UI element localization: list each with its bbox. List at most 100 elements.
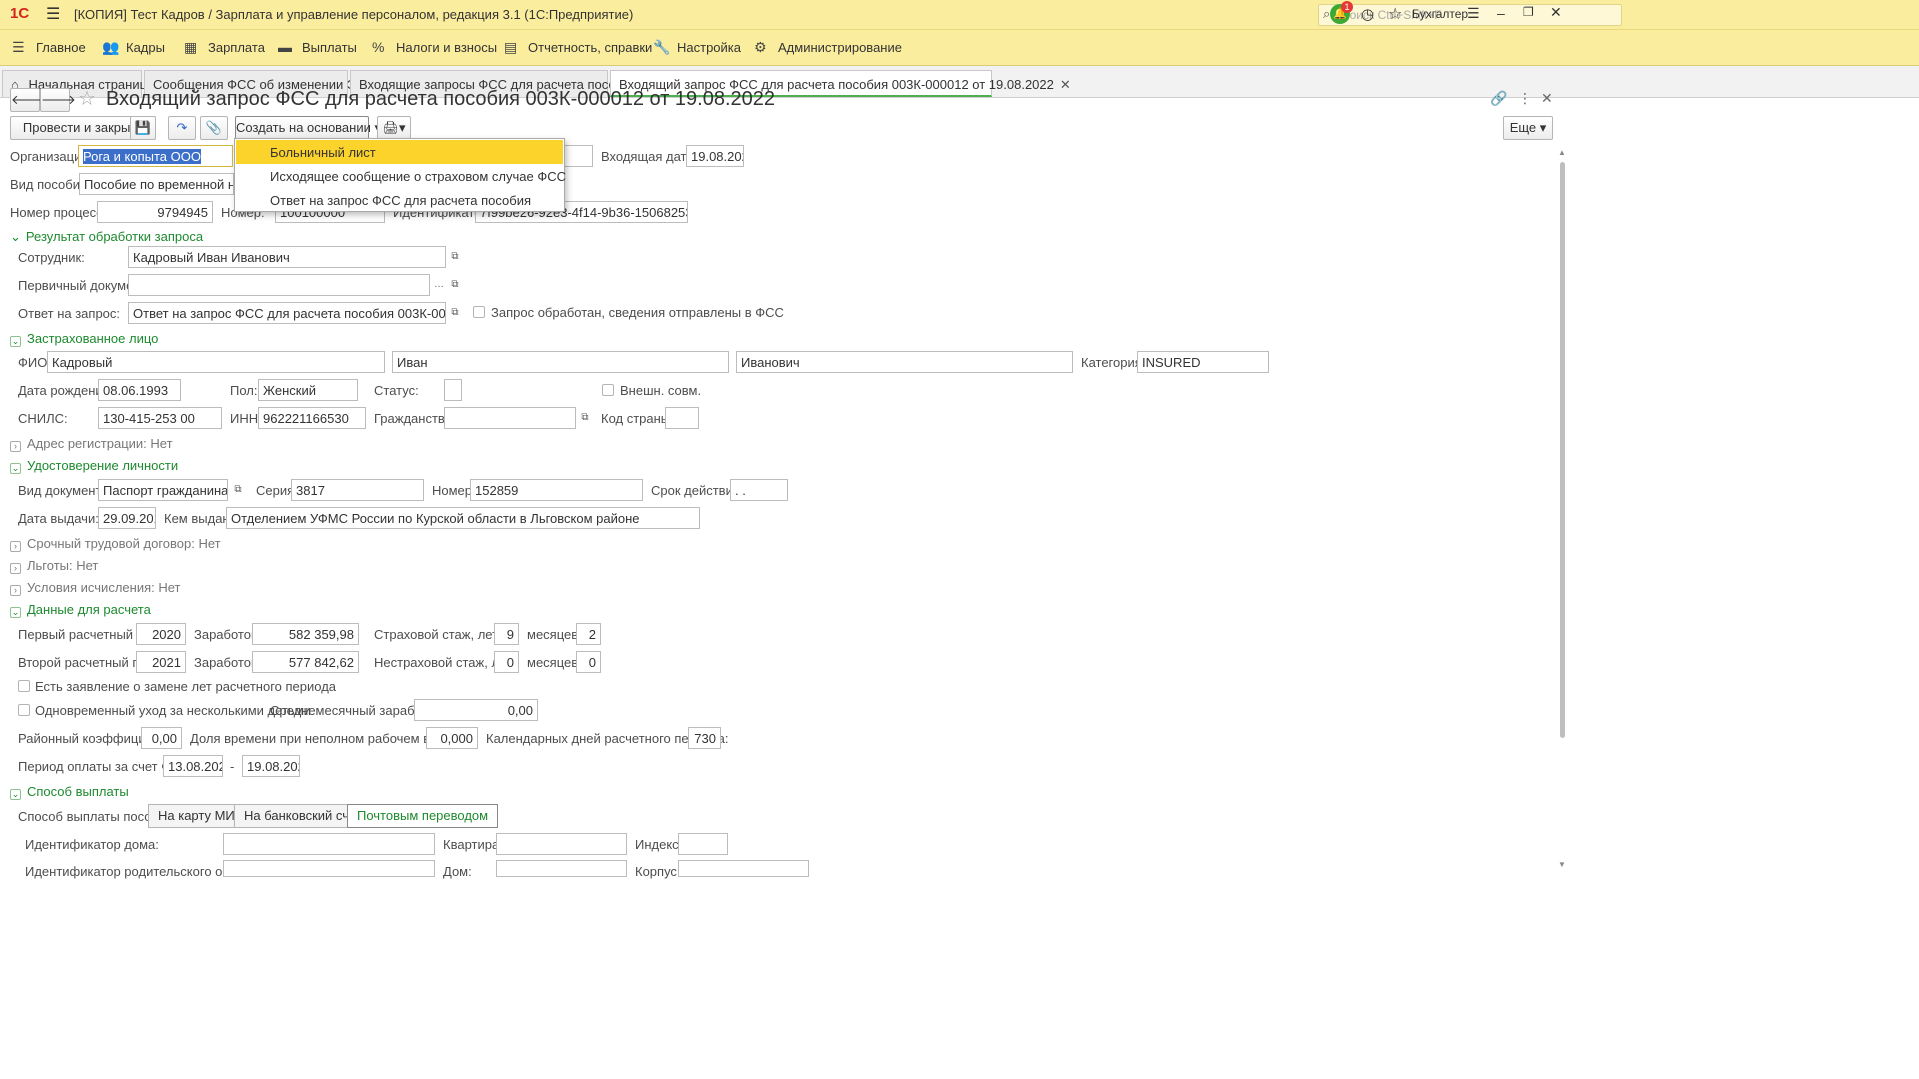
benefits-section-header[interactable]: › Льготы: Нет xyxy=(10,558,98,574)
menu-item-payments[interactable]: Выплаты xyxy=(302,40,357,55)
months2-field[interactable]: 0 xyxy=(576,651,601,673)
id-section-header[interactable]: ⌄ Удостоверение личности xyxy=(10,458,178,474)
restore-icon[interactable]: ❐ xyxy=(1523,5,1534,19)
earn1-field[interactable]: 582 359,98 xyxy=(252,623,359,645)
menu-item-hr[interactable]: Кадры xyxy=(126,40,165,55)
year1-field[interactable]: 2020 xyxy=(136,623,186,645)
first-name-field[interactable]: Иван xyxy=(392,351,729,373)
year2-field[interactable]: 2021 xyxy=(136,651,186,673)
favorites-star-icon[interactable]: ☆ xyxy=(1388,4,1402,24)
print-menu-button[interactable]: 🖨▾ xyxy=(377,116,411,140)
user-name[interactable]: Бухгалтер xyxy=(1412,7,1468,21)
category-field[interactable]: INSURED xyxy=(1137,351,1269,373)
inn-field[interactable]: 962221166530 xyxy=(258,407,366,429)
close-tab-icon[interactable]: ✕ xyxy=(1060,77,1071,92)
pay-from-field[interactable]: 13.08.2022 xyxy=(163,755,223,777)
earn2-field[interactable]: 577 842,62 xyxy=(252,651,359,673)
attach-icon[interactable]: 📎 xyxy=(200,116,228,140)
pay-method-postal-transfer[interactable]: Почтовым переводом xyxy=(347,804,499,828)
settings-menu-icon[interactable]: ☰ xyxy=(1467,5,1480,22)
open-icon[interactable]: ⧉ xyxy=(576,408,594,428)
menu-item-settings[interactable]: Настройка xyxy=(677,40,741,55)
parent-id-field[interactable] xyxy=(223,860,435,877)
dropdown-item-answer[interactable]: Ответ на запрос ФСС для расчета пособия xyxy=(236,188,563,212)
open-icon[interactable]: ⧉ xyxy=(229,480,247,500)
process-field[interactable]: 9794945 xyxy=(97,201,213,223)
building-field[interactable] xyxy=(678,860,809,877)
open-icon[interactable]: ⧉ xyxy=(446,247,464,267)
minimize-icon[interactable]: – xyxy=(1497,5,1505,21)
middle-name-field[interactable]: Иванович xyxy=(736,351,1073,373)
validity-field[interactable]: . . xyxy=(730,479,788,501)
district-field[interactable]: 0,00 xyxy=(141,727,182,749)
answer-field[interactable]: Ответ на запрос ФСС для расчета пособия … xyxy=(128,302,446,324)
favorite-star-icon[interactable]: ☆ xyxy=(78,86,96,111)
snils-field[interactable]: 130-415-253 00 xyxy=(98,407,222,429)
result-section-header[interactable]: ⌄ Результат обработки запроса xyxy=(10,229,203,245)
issue-date-field[interactable]: 29.09.2017 xyxy=(98,507,156,529)
hamburger-icon[interactable]: ☰ xyxy=(46,4,60,24)
house-id-field[interactable] xyxy=(223,833,435,855)
ext-checkbox[interactable] xyxy=(602,384,614,396)
scroll-down-icon[interactable]: ▼ xyxy=(1558,860,1566,869)
menu-item-main[interactable]: Главное xyxy=(36,40,86,55)
index-field[interactable] xyxy=(678,833,728,855)
status-field[interactable] xyxy=(444,379,462,401)
doc-type-field[interactable]: Паспорт гражданина РФ xyxy=(98,479,228,501)
last-name-field[interactable]: Кадровый xyxy=(47,351,385,373)
term-contract-section-header[interactable]: › Срочный трудовой договор: Нет xyxy=(10,536,221,552)
close-form-icon[interactable]: ✕ xyxy=(1541,90,1553,107)
doc-num-field[interactable]: 152859 xyxy=(470,479,643,501)
menu-item-admin[interactable]: Администрирование xyxy=(778,40,902,55)
avg-earn-field[interactable]: 0,00 xyxy=(414,699,538,721)
nonins-exp-field[interactable]: 0 xyxy=(494,651,519,673)
open-icon[interactable]: ⧉ xyxy=(446,275,464,295)
history-icon[interactable]: ◷ xyxy=(1361,5,1374,23)
issued-by-field[interactable]: Отделением УФМС России по Курской област… xyxy=(226,507,700,529)
scroll-thumb[interactable] xyxy=(1560,162,1565,738)
months1-field[interactable]: 2 xyxy=(576,623,601,645)
open-icon[interactable]: ⧉ xyxy=(446,303,464,323)
dropdown-item-sick-leave[interactable]: Больничный лист xyxy=(236,140,563,164)
org-field[interactable]: Рога и копыта ООО xyxy=(78,145,233,167)
series-field[interactable]: 3817 xyxy=(291,479,424,501)
back-button[interactable]: 🡐 xyxy=(10,88,46,112)
create-based-button[interactable]: Создать на основании ▾ xyxy=(235,116,381,140)
house-field[interactable] xyxy=(496,860,627,877)
apartment-field[interactable] xyxy=(496,833,627,855)
more-vertical-icon[interactable]: ⋮ xyxy=(1518,90,1532,107)
insured-section-header[interactable]: ⌄ Застрахованное лицо xyxy=(10,331,158,347)
part-time-field[interactable]: 0,000 xyxy=(426,727,478,749)
menu-item-taxes[interactable]: Налоги и взносы xyxy=(396,40,497,55)
menu-item-salary[interactable]: Зарплата xyxy=(208,40,265,55)
employee-field[interactable]: Кадровый Иван Иванович xyxy=(128,246,446,268)
cal-days-field[interactable]: 730 xyxy=(688,727,721,749)
payment-section-header[interactable]: ⌄ Способ выплаты xyxy=(10,784,129,800)
save-icon[interactable]: 💾 xyxy=(130,116,156,140)
forward-button[interactable]: 🡒 xyxy=(40,88,76,112)
primary-doc-field[interactable] xyxy=(128,274,430,296)
link-icon[interactable]: 🔗 xyxy=(1490,90,1507,107)
org-extra-field[interactable] xyxy=(563,145,593,167)
calc-conditions-section-header[interactable]: › Условия исчисления: Нет xyxy=(10,580,180,596)
country-field[interactable] xyxy=(665,407,699,429)
ins-exp-field[interactable]: 9 xyxy=(494,623,519,645)
citizen-field[interactable] xyxy=(444,407,576,429)
benefit-field[interactable]: Пособие по временной нетрудоспособности xyxy=(79,173,234,195)
close-window-icon[interactable]: ✕ xyxy=(1550,4,1562,21)
processed-checkbox[interactable] xyxy=(473,306,485,318)
pay-to-field[interactable]: 19.08.2022 xyxy=(242,755,300,777)
more-button[interactable]: Еще ▾ xyxy=(1503,116,1553,140)
sex-field[interactable]: Женский xyxy=(258,379,358,401)
dropdown-item-outgoing-message[interactable]: Исходящее сообщение о страховом случае Ф… xyxy=(236,164,566,188)
form-scrollbar[interactable]: ▲ ▼ xyxy=(1556,148,1568,872)
multi-children-checkbox[interactable] xyxy=(18,704,30,716)
menu-item-reports[interactable]: Отчетность, справки xyxy=(528,40,652,55)
address-section-header[interactable]: › Адрес регистрации: Нет xyxy=(10,436,173,452)
scroll-up-icon[interactable]: ▲ xyxy=(1558,148,1566,157)
birth-field[interactable]: 08.06.1993 xyxy=(98,379,181,401)
replace-years-checkbox[interactable] xyxy=(18,680,30,692)
incoming-date-field[interactable]: 19.08.2022 xyxy=(686,145,744,167)
calc-section-header[interactable]: ⌄ Данные для расчета xyxy=(10,602,151,618)
post-icon[interactable]: ↷ xyxy=(168,116,196,140)
